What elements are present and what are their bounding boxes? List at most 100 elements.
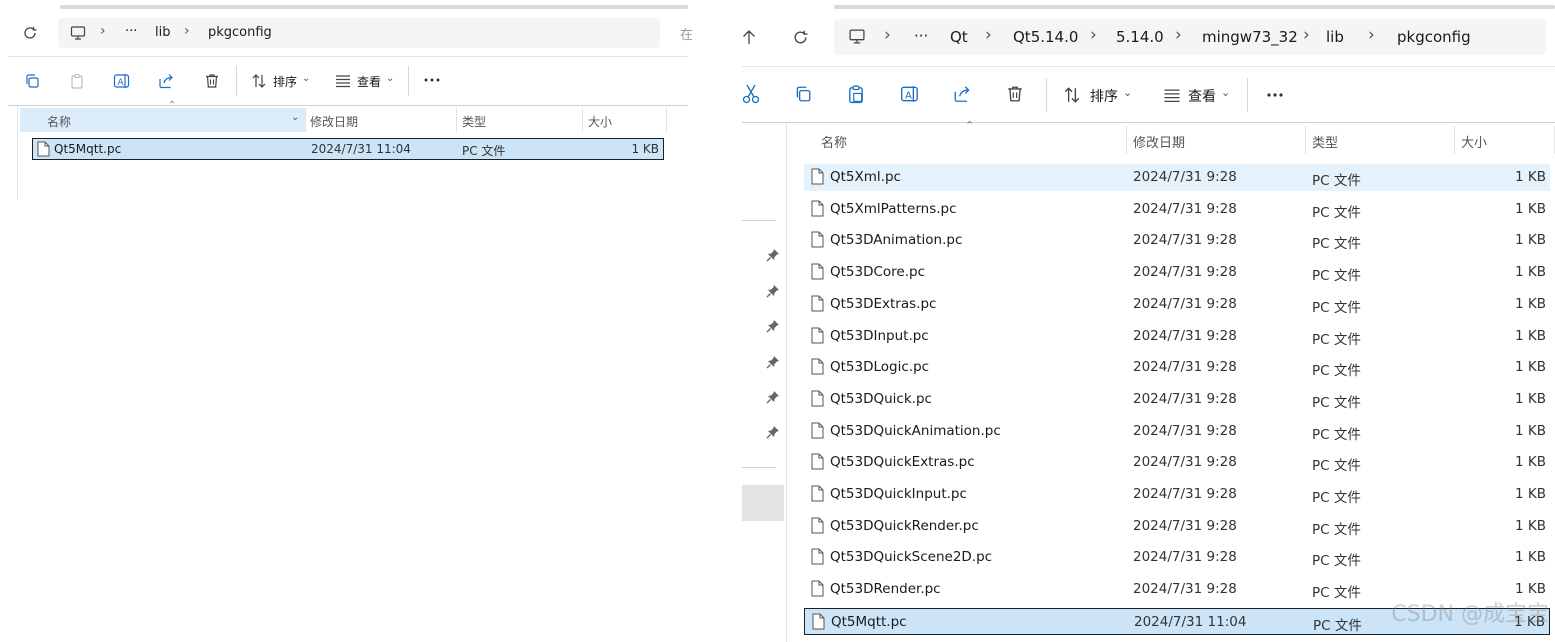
rename-icon[interactable]: A: [113, 72, 131, 90]
file-name: Qt5Xml.pc: [830, 169, 901, 185]
view-icon[interactable]: [335, 74, 351, 88]
nav-selected-item[interactable]: [742, 485, 784, 521]
refresh-icon[interactable]: [22, 25, 38, 41]
column-separator[interactable]: [582, 108, 583, 132]
breadcrumb-ellipsis[interactable]: ···: [125, 24, 137, 39]
file-row-hover[interactable]: Qt5Xml.pc 2024/7/31 9:28 PC 文件 1 KB: [804, 164, 1550, 191]
toolbar-divider: [236, 66, 237, 96]
file-row[interactable]: Qt53DQuickInput.pc 2024/7/31 9:28 PC 文件 1 K…: [804, 481, 1550, 508]
column-header-name[interactable]: 名称: [821, 132, 847, 151]
divider: [742, 122, 1555, 123]
cut-icon[interactable]: [742, 84, 760, 104]
search-box-cut-text[interactable]: 在: [680, 24, 693, 43]
sort-icon[interactable]: [251, 73, 267, 89]
file-row[interactable]: Qt53DCore.pc 2024/7/31 9:28 PC 文件 1 KB: [804, 259, 1550, 286]
column-separator[interactable]: [1126, 126, 1127, 154]
column-separator[interactable]: [305, 108, 306, 132]
column-header-type[interactable]: 类型: [1312, 132, 1338, 151]
right-address-bar[interactable]: › ··· Qt › Qt5.14.0 › 5.14.0 › mingw73_3…: [834, 19, 1546, 55]
breadcrumb-qt[interactable]: Qt: [950, 28, 968, 46]
file-name: Qt53DQuick.pc: [830, 390, 932, 407]
pin-icon[interactable]: [766, 284, 782, 300]
file-row-selected[interactable]: Qt5Mqtt.pc 2024/7/31 11:04 PC 文件 1 KB: [32, 138, 664, 160]
watermark: CSDN @成宝宝: [1391, 602, 1549, 627]
column-header-name[interactable]: 名称: [47, 113, 71, 130]
file-row[interactable]: Qt53DInput.pc 2024/7/31 9:28 PC 文件 1 KB: [804, 323, 1550, 350]
view-button[interactable]: 查看: [1188, 86, 1216, 106]
column-header-date[interactable]: 修改日期: [1133, 132, 1185, 151]
more-options-icon[interactable]: [424, 78, 440, 82]
breadcrumb-5140[interactable]: 5.14.0: [1116, 28, 1164, 46]
file-row[interactable]: Qt5XmlPatterns.pc 2024/7/31 9:28 PC 文件 1 KB: [804, 196, 1550, 223]
file-row[interactable]: Qt53DExtras.pc 2024/7/31 9:28 PC 文件 1 KB: [804, 291, 1550, 318]
file-row[interactable]: Qt53DQuickAnimation.pc 2024/7/31 9:28 PC 文…: [804, 418, 1550, 445]
share-icon[interactable]: [158, 73, 175, 89]
computer-icon[interactable]: [848, 28, 866, 45]
left-explorer-window: › ··· lib › pkgconfig 在 A 排序 ⌄ 查看 ⌄ ⌃ 名称…: [0, 0, 693, 200]
breadcrumb-mingw73-32[interactable]: mingw73_32: [1202, 28, 1298, 46]
file-date: 2024/7/31 9:28: [1133, 549, 1237, 566]
file-type: PC 文件: [1312, 173, 1361, 189]
breadcrumb-pkgconfig[interactable]: pkgconfig: [208, 25, 272, 40]
pin-icon[interactable]: [766, 319, 782, 335]
file-row[interactable]: Qt53DLogic.pc 2024/7/31 9:28 PC 文件 1 KB: [804, 354, 1550, 381]
paste-icon[interactable]: [847, 84, 865, 104]
file-type: PC 文件: [1312, 299, 1361, 316]
breadcrumb-qt5140[interactable]: Qt5.14.0: [1013, 28, 1078, 46]
file-size: 1 KB: [1515, 327, 1546, 344]
up-arrow-icon[interactable]: [742, 29, 756, 45]
file-icon: [811, 390, 824, 407]
column-separator[interactable]: [456, 108, 457, 132]
view-button[interactable]: 查看: [357, 73, 381, 90]
column-separator[interactable]: [1305, 126, 1306, 154]
file-type: PC 文件: [1312, 426, 1361, 443]
pin-icon[interactable]: [766, 248, 782, 264]
sort-button[interactable]: 排序: [1090, 86, 1118, 106]
file-date: 2024/7/31 9:28: [1133, 581, 1237, 598]
more-options-icon[interactable]: [1266, 93, 1284, 97]
file-name: Qt5Mqtt.pc: [831, 613, 907, 630]
sort-icon[interactable]: [1063, 86, 1081, 104]
file-icon: [811, 453, 824, 470]
file-row[interactable]: Qt53DAnimation.pc 2024/7/31 9:28 PC 文件 1 KB: [804, 227, 1550, 254]
file-name: Qt53DInput.pc: [830, 327, 929, 344]
share-icon[interactable]: [953, 85, 972, 103]
file-type: PC 文件: [1312, 204, 1361, 221]
breadcrumb-ellipsis[interactable]: ···: [914, 27, 928, 45]
refresh-icon[interactable]: [792, 29, 809, 46]
file-row[interactable]: Qt53DQuickScene2D.pc 2024/7/31 9:28 PC 文件 1…: [804, 544, 1550, 571]
delete-icon[interactable]: [1006, 85, 1024, 103]
pin-icon[interactable]: [766, 425, 782, 441]
column-separator[interactable]: [1454, 126, 1455, 154]
view-icon[interactable]: [1163, 88, 1181, 103]
computer-icon[interactable]: [70, 25, 86, 41]
file-date: 2024/7/31 9:28: [1133, 422, 1237, 439]
pin-icon[interactable]: [766, 355, 782, 371]
chevron-down-icon[interactable]: ⌄: [291, 112, 299, 123]
file-name: Qt53DRender.pc: [830, 581, 941, 598]
left-address-bar[interactable]: › ··· lib › pkgconfig: [58, 18, 660, 48]
rename-icon[interactable]: A: [900, 84, 920, 104]
file-name: Qt5XmlPatterns.pc: [830, 200, 957, 217]
file-size: 1 KB: [1515, 454, 1546, 471]
column-separator[interactable]: [666, 108, 667, 132]
column-header-size[interactable]: 大小: [588, 113, 612, 130]
delete-icon[interactable]: [204, 73, 220, 89]
sort-button[interactable]: 排序: [273, 73, 297, 90]
file-icon: [811, 231, 824, 248]
file-size: 1 KB: [1515, 264, 1546, 281]
column-header-date[interactable]: 修改日期: [310, 113, 358, 130]
file-date: 2024/7/31 11:04: [1134, 613, 1247, 630]
file-row[interactable]: Qt53DQuickExtras.pc 2024/7/31 9:28 PC 文件 1 …: [804, 449, 1550, 476]
breadcrumb-lib[interactable]: lib: [1326, 28, 1344, 46]
column-header-type[interactable]: 类型: [462, 113, 486, 130]
file-row[interactable]: Qt53DQuickRender.pc 2024/7/31 9:28 PC 文件 1 …: [804, 513, 1550, 540]
breadcrumb-pkgconfig[interactable]: pkgconfig: [1397, 28, 1471, 46]
copy-icon[interactable]: [24, 73, 40, 89]
pin-icon[interactable]: [766, 390, 782, 406]
file-row[interactable]: Qt53DQuick.pc 2024/7/31 9:28 PC 文件 1 KB: [804, 386, 1550, 413]
breadcrumb-lib[interactable]: lib: [155, 25, 170, 40]
divider: [8, 105, 688, 106]
copy-icon[interactable]: [794, 85, 812, 103]
column-header-size[interactable]: 大小: [1461, 132, 1487, 151]
